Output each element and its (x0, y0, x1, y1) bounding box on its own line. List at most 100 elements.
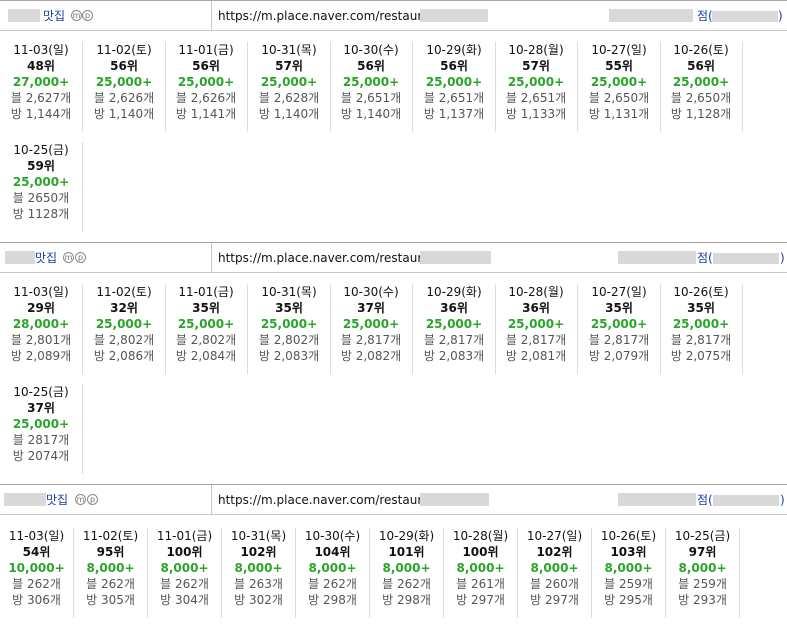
stat-count: 8,000+ (160, 561, 209, 575)
stat-date: 11-02(토) (96, 43, 152, 57)
stat-rank: 100위 (166, 545, 203, 559)
daily-stat-cell: 11-01(금) 100위 8,000+ 블 262개 방 304개 (148, 528, 222, 618)
stat-blog-reviews: 블 2,650개 (670, 91, 732, 105)
stat-count: 8,000+ (604, 561, 653, 575)
stat-count: 27,000+ (12, 75, 70, 89)
map-tag-icon[interactable]: m (63, 252, 74, 263)
stat-blog-reviews: 블 262개 (308, 577, 357, 591)
stat-date: 10-27(일) (591, 43, 647, 57)
restaurant-block: 맛집 m p https://m.place.naver.com/restaurant… (0, 484, 787, 629)
stat-count: 8,000+ (86, 561, 135, 575)
restaurant-name-link[interactable]: 맛집 (46, 493, 68, 507)
stat-date: 11-02(토) (82, 529, 139, 543)
daily-stat-cell: 10-31(목) 102위 8,000+ 블 263개 방 302개 (222, 528, 296, 618)
redacted-url-id (420, 9, 488, 22)
restaurant-name-link[interactable]: 맛집 (43, 9, 65, 23)
restaurant-url[interactable]: https://m.place.naver.com/restaurant/ (218, 493, 446, 507)
daily-stat-cell: 10-30(수) 104위 8,000+ 블 262개 방 298개 (296, 528, 370, 618)
redacted-branch-code (712, 11, 778, 22)
place-tag-icon[interactable]: p (75, 252, 86, 263)
stat-blog-reviews: 블 2,817개 (340, 333, 402, 347)
redacted-branch (618, 251, 696, 264)
branch-label[interactable]: 점( (697, 493, 713, 507)
stat-visitor-reviews: 방 2,089개 (10, 349, 72, 363)
map-tag-icon[interactable]: m (75, 494, 86, 505)
place-tag-icon[interactable]: p (82, 10, 93, 21)
stat-visitor-reviews: 방 1,133개 (505, 107, 567, 121)
stat-date: 10-25(금) (13, 385, 69, 399)
stat-count: 25,000+ (177, 75, 235, 89)
stat-blog-reviews: 블 2,627개 (10, 91, 72, 105)
stat-count: 8,000+ (308, 561, 357, 575)
daily-stat-cell: 10-27(일) 102위 8,000+ 블 260개 방 297개 (518, 528, 592, 618)
stat-date: 10-26(토) (600, 529, 657, 543)
stat-visitor-reviews: 방 1,140개 (93, 107, 155, 121)
daily-stat-cell: 11-03(일) 48위 27,000+ 블 2,627개 방 1,144개 (0, 42, 83, 132)
restaurant-header: 맛집 m p https://m.place.naver.com/restaurant… (0, 0, 787, 31)
branch-label[interactable]: 점( (697, 9, 713, 23)
stat-blog-reviews: 블 2,802개 (93, 333, 155, 347)
stat-date: 10-29(화) (426, 285, 482, 299)
stat-count: 25,000+ (12, 175, 70, 189)
daily-stat-cell: 10-28(월) 100위 8,000+ 블 261개 방 297개 (444, 528, 518, 618)
stat-count: 8,000+ (678, 561, 727, 575)
daily-stat-cell: 10-27(일) 35위 25,000+ 블 2,817개 방 2,079개 (578, 284, 661, 374)
redacted-branch (618, 493, 696, 506)
stat-visitor-reviews: 방 2,082개 (340, 349, 402, 363)
daily-stat-cell: 10-29(화) 36위 25,000+ 블 2,817개 방 2,083개 (413, 284, 496, 374)
redacted-name (5, 251, 35, 264)
daily-stat-cell: 10-27(일) 55위 25,000+ 블 2,650개 방 1,131개 (578, 42, 661, 132)
stat-date: 11-01(금) (178, 43, 234, 57)
restaurant-name-link[interactable]: 맛집 (35, 251, 57, 265)
stat-count: 8,000+ (382, 561, 431, 575)
stat-rank: 97위 (688, 545, 717, 559)
stat-count: 8,000+ (530, 561, 579, 575)
restaurant-url[interactable]: https://m.place.naver.com/restaurant/ (218, 9, 446, 23)
stat-rank: 35위 (687, 301, 715, 315)
redacted-branch (609, 9, 693, 22)
stat-rank: 35위 (605, 301, 633, 315)
stat-date: 11-01(금) (178, 285, 234, 299)
branch-paren-close: ) (778, 9, 783, 23)
stat-date: 10-30(수) (343, 285, 399, 299)
daily-stat-cell: 10-29(화) 101위 8,000+ 블 262개 방 298개 (370, 528, 444, 618)
restaurant-block: 맛집 m p https://m.place.naver.com/restaurant… (0, 242, 787, 484)
stat-visitor-reviews: 방 298개 (382, 593, 431, 607)
stat-rank: 103위 (610, 545, 647, 559)
restaurant-name-cell: 맛집 m p (0, 485, 212, 514)
stat-blog-reviews: 블 260개 (530, 577, 579, 591)
stat-rank: 37위 (27, 401, 55, 415)
stat-date: 10-29(화) (378, 529, 435, 543)
stat-blog-reviews: 블 2,817개 (423, 333, 485, 347)
stat-visitor-reviews: 방 2,086개 (93, 349, 155, 363)
stat-rank: 35위 (192, 301, 220, 315)
stat-date: 10-30(수) (343, 43, 399, 57)
stat-blog-reviews: 블 2,802개 (258, 333, 320, 347)
stat-date: 10-31(목) (230, 529, 287, 543)
stat-blog-reviews: 블 2,650개 (588, 91, 650, 105)
stat-count: 25,000+ (342, 317, 400, 331)
stat-date: 10-31(목) (261, 43, 317, 57)
stat-count: 25,000+ (260, 317, 318, 331)
redacted-url-id (420, 251, 491, 264)
redacted-name (4, 493, 46, 506)
stat-blog-reviews: 블 2,651개 (505, 91, 567, 105)
place-tag-icon[interactable]: p (87, 494, 98, 505)
daily-stat-cell: 11-01(금) 56위 25,000+ 블 2,626개 방 1,141개 (165, 42, 248, 132)
map-tag-icon[interactable]: m (71, 10, 82, 21)
stat-blog-reviews: 블 259개 (604, 577, 653, 591)
stat-date: 11-03(일) (13, 285, 69, 299)
stat-count: 8,000+ (234, 561, 283, 575)
stat-count: 25,000+ (672, 317, 730, 331)
stat-count: 10,000+ (8, 561, 65, 575)
stat-date: 10-28(월) (508, 285, 564, 299)
daily-stat-cell: 11-02(토) 56위 25,000+ 블 2,626개 방 1,140개 (83, 42, 166, 132)
daily-stat-cell: 10-26(토) 56위 25,000+ 블 2,650개 방 1,128개 (660, 42, 743, 132)
stat-date: 10-28(월) (452, 529, 509, 543)
stat-visitor-reviews: 방 293개 (678, 593, 727, 607)
stat-rank: 35위 (275, 301, 303, 315)
stat-date: 10-27(일) (526, 529, 583, 543)
stat-rank: 32위 (110, 301, 138, 315)
branch-label[interactable]: 점( (697, 251, 713, 265)
restaurant-url[interactable]: https://m.place.naver.com/restaurant/ (218, 251, 446, 265)
